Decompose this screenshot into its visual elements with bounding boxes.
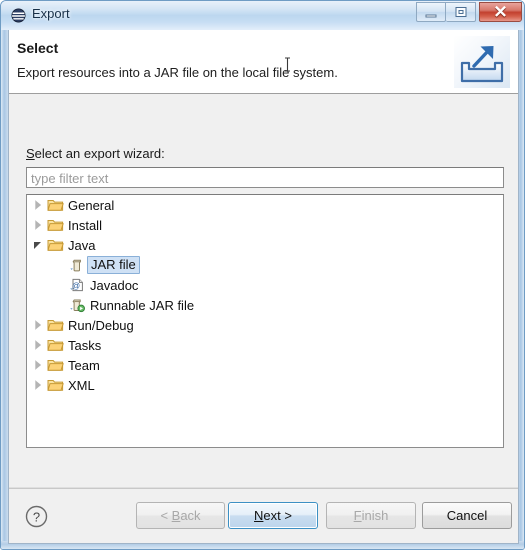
tree-item-label: Java bbox=[68, 237, 96, 253]
maximize-restore-button[interactable] bbox=[446, 2, 476, 22]
expand-arrow-icon[interactable] bbox=[31, 217, 47, 233]
export-wizard-tree[interactable]: General Install Java JAR file @ Javadoc Runnab… bbox=[26, 194, 504, 448]
svg-text:@: @ bbox=[72, 282, 80, 291]
svg-text:?: ? bbox=[33, 509, 40, 524]
tree-item-xml[interactable]: XML bbox=[27, 375, 503, 395]
next-button[interactable]: Next > bbox=[228, 502, 318, 529]
minimize-button[interactable] bbox=[416, 2, 446, 22]
wizard-list-label: Select an export wizard: bbox=[26, 146, 165, 161]
tree-item-label: Javadoc bbox=[90, 277, 139, 293]
restore-icon bbox=[455, 7, 466, 17]
tree-item-run-debug[interactable]: Run/Debug bbox=[27, 315, 503, 335]
close-icon: ✕ bbox=[493, 2, 508, 22]
tree-item-general[interactable]: General bbox=[27, 195, 503, 215]
javadoc-icon: @ bbox=[69, 277, 86, 293]
expand-arrow-icon[interactable] bbox=[31, 337, 47, 353]
expand-arrow-icon[interactable] bbox=[31, 197, 47, 213]
back-button[interactable]: < Back bbox=[136, 502, 225, 529]
back-button-prefix: < bbox=[160, 508, 172, 523]
tree-item-label: Runnable JAR file bbox=[90, 297, 195, 313]
tree-item-label: JAR file bbox=[87, 255, 140, 274]
help-button[interactable]: ? bbox=[25, 505, 48, 528]
folder-icon bbox=[47, 237, 64, 253]
wizard-header: Select Export resources into a JAR file … bbox=[9, 30, 518, 94]
tree-item-install[interactable]: Install bbox=[27, 215, 503, 235]
button-bar-separator bbox=[9, 488, 518, 489]
tree-item-jar-file[interactable]: JAR file bbox=[27, 255, 503, 275]
next-button-suffix: ext > bbox=[263, 508, 292, 523]
tree-item-team[interactable]: Team bbox=[27, 355, 503, 375]
window-border-left bbox=[1, 1, 8, 549]
finish-button[interactable]: Finish bbox=[326, 502, 416, 529]
cancel-button[interactable]: Cancel bbox=[422, 502, 512, 529]
wizard-body: Select an export wizard: General Install J… bbox=[9, 94, 518, 487]
page-title: Select bbox=[17, 40, 59, 56]
folder-icon bbox=[47, 377, 64, 393]
folder-icon bbox=[47, 317, 64, 333]
jar-file-icon bbox=[69, 257, 86, 273]
title-bar[interactable]: Export ✕ bbox=[1, 1, 524, 30]
tree-item-label: Install bbox=[68, 217, 102, 233]
export-dialog-window: Export ✕ Select Export resources into a … bbox=[0, 0, 525, 550]
tree-item-runnable-jar-file[interactable]: Runnable JAR file bbox=[27, 295, 503, 315]
collapse-arrow-icon[interactable] bbox=[31, 237, 47, 253]
cancel-button-suffix: Cancel bbox=[446, 508, 488, 523]
close-button[interactable]: ✕ bbox=[479, 2, 522, 22]
finish-button-suffix: inish bbox=[361, 508, 389, 523]
window-title: Export bbox=[32, 6, 70, 21]
eclipse-icon bbox=[11, 8, 26, 23]
folder-icon bbox=[47, 197, 64, 213]
folder-icon bbox=[47, 357, 64, 373]
dialog-client-area: Select Export resources into a JAR file … bbox=[8, 30, 519, 544]
runnable-jar-file-icon bbox=[69, 297, 86, 313]
folder-icon bbox=[47, 337, 64, 353]
filter-input[interactable] bbox=[26, 167, 504, 188]
tree-item-label: General bbox=[68, 197, 115, 213]
tree-item-javadoc[interactable]: @ Javadoc bbox=[27, 275, 503, 295]
dialog-button-bar: ? < Back Next > Finish Cancel bbox=[9, 487, 518, 543]
minimize-icon bbox=[425, 14, 437, 18]
expand-arrow-icon[interactable] bbox=[31, 317, 47, 333]
tree-item-java[interactable]: Java bbox=[27, 235, 503, 255]
folder-icon bbox=[47, 217, 64, 233]
tree-item-label: XML bbox=[68, 377, 95, 393]
text-cursor bbox=[284, 57, 291, 72]
tree-item-label: Tasks bbox=[68, 337, 102, 353]
back-button-suffix: ack bbox=[180, 508, 201, 523]
next-button-mnemonic: N bbox=[254, 508, 264, 523]
wizard-label-mnemonic: S bbox=[26, 146, 35, 161]
tree-item-tasks[interactable]: Tasks bbox=[27, 335, 503, 355]
tree-item-label: Run/Debug bbox=[68, 317, 134, 333]
tree-item-label: Team bbox=[68, 357, 100, 373]
export-banner-icon bbox=[454, 36, 510, 88]
expand-arrow-icon[interactable] bbox=[31, 357, 47, 373]
finish-button-mnemonic: F bbox=[353, 508, 362, 523]
wizard-label-text: elect an export wizard: bbox=[34, 146, 165, 161]
expand-arrow-icon[interactable] bbox=[31, 377, 47, 393]
